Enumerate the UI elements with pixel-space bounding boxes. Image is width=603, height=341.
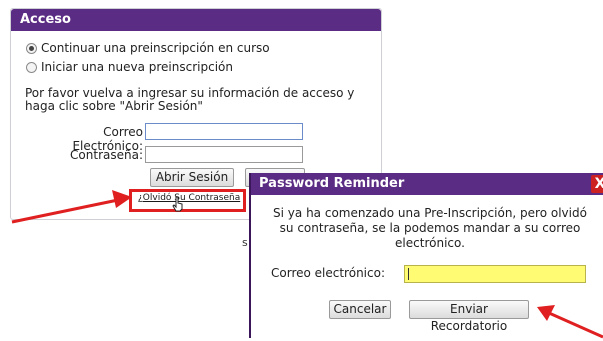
partial-text: s	[242, 236, 248, 249]
login-button[interactable]: Abrir Sesión	[150, 168, 234, 187]
option-continue[interactable]: Continuar una preinscripción en curso	[26, 41, 270, 55]
cancel-button[interactable]: Cancelar	[329, 300, 391, 319]
close-icon[interactable]: X	[591, 175, 603, 193]
password-label: Contraseña:	[70, 148, 143, 162]
radio-unselected-icon[interactable]	[26, 61, 37, 73]
radio-selected-icon[interactable]	[26, 42, 37, 54]
forgot-password-link[interactable]: ¿Olvidó Su Contraseña	[138, 193, 240, 203]
reminder-email-label: Correo electrónico:	[271, 266, 385, 280]
email-field[interactable]	[145, 123, 303, 140]
hand-cursor-icon	[172, 196, 183, 212]
send-reminder-button[interactable]: Enviar Recordatorio	[409, 300, 529, 333]
red-arrow-icon	[537, 305, 603, 339]
option-continue-label: Continuar una preinscripción en curso	[41, 41, 270, 55]
dialog-title: Password Reminder	[251, 173, 603, 195]
password-reminder-dialog: Password Reminder X Si ya ha comenzado u…	[249, 173, 603, 339]
option-new[interactable]: Iniciar una nueva preinscripción	[26, 60, 233, 74]
password-field[interactable]	[145, 146, 303, 163]
login-panel-title: Acceso	[11, 9, 381, 31]
dialog-message: Si ya ha comenzado una Pre-Inscripción, …	[273, 206, 587, 250]
red-arrow-icon	[11, 190, 132, 224]
option-new-label: Iniciar una nueva preinscripción	[41, 60, 233, 74]
login-instructions: Por favor vuelva a ingresar su informaci…	[25, 86, 355, 113]
reminder-email-field[interactable]	[404, 265, 586, 283]
